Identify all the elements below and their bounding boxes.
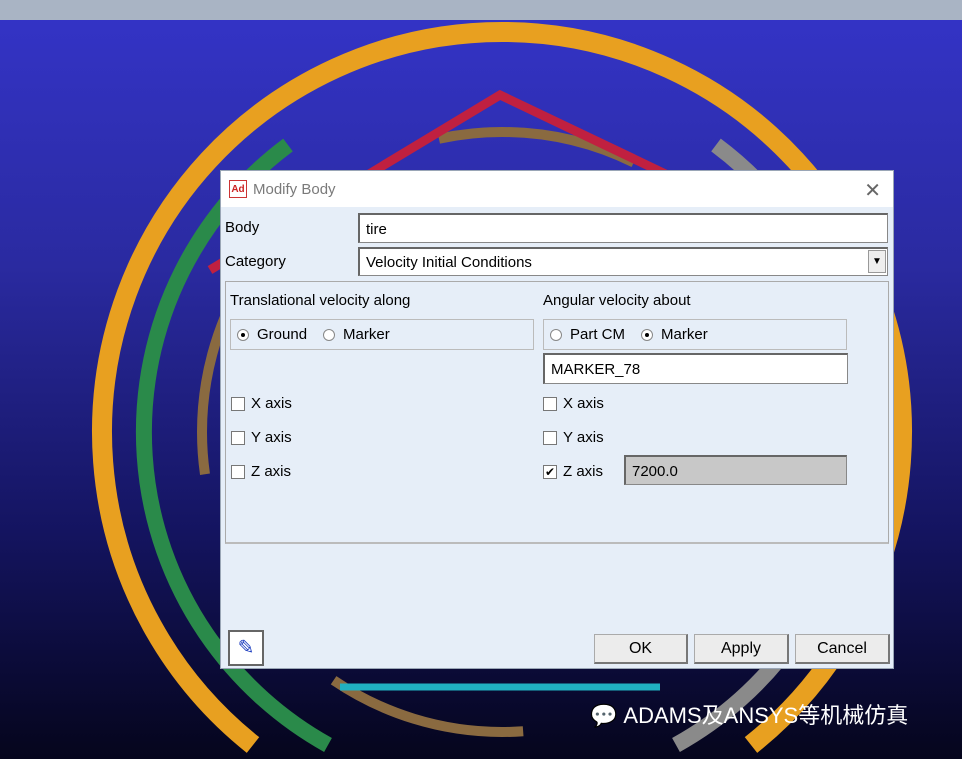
body-input[interactable]: tire	[358, 213, 888, 243]
wechat-icon: 💬	[590, 703, 618, 728]
radio-angular-marker[interactable]	[641, 328, 654, 341]
body-label: Body	[225, 219, 260, 236]
category-select[interactable]: Velocity Initial Conditions ▼	[358, 247, 888, 276]
radio-ground[interactable]	[237, 328, 249, 341]
trans-x-checkbox[interactable]: X axis	[231, 395, 292, 412]
category-value: Velocity Initial Conditions	[366, 254, 532, 271]
dialog-title: Modify Body	[253, 180, 336, 198]
radio-angular-marker-label: Marker	[661, 326, 708, 343]
chevron-down-icon[interactable]: ▼	[868, 250, 886, 273]
ang-y-label: Y axis	[563, 429, 604, 446]
dialog-titlebar: Ad Modify Body ✕	[221, 171, 893, 207]
trans-y-checkbox[interactable]: Y axis	[231, 429, 292, 446]
translational-heading: Translational velocity along	[230, 292, 411, 309]
close-icon[interactable]: ✕	[864, 178, 881, 203]
ang-z-label: Z axis	[563, 463, 604, 480]
radio-part-cm[interactable]	[550, 328, 562, 341]
trans-x-label: X axis	[251, 395, 292, 412]
adams-app-icon: Ad	[229, 180, 247, 198]
radio-ground-label: Ground	[257, 326, 308, 343]
radio-part-cm-label: Part CM	[570, 326, 626, 343]
ok-button[interactable]: OK	[594, 634, 688, 664]
trans-z-checkbox[interactable]: Z axis	[231, 463, 291, 480]
watermark: 💬 ADAMS及ANSYS等机械仿真	[590, 700, 908, 732]
translational-ref-radio-group: Ground Marker	[230, 319, 534, 350]
cancel-button[interactable]: Cancel	[795, 634, 890, 664]
angular-heading: Angular velocity about	[543, 292, 691, 309]
modify-body-dialog: Ad Modify Body ✕ Body tire Category Velo…	[220, 170, 894, 669]
ang-z-value-input[interactable]: 7200.0	[624, 455, 847, 485]
angular-ref-radio-group: Part CM Marker	[543, 319, 847, 350]
apply-button[interactable]: Apply	[694, 634, 789, 664]
category-label: Category	[225, 253, 286, 270]
watermark-text: ADAMS及ANSYS等机械仿真	[623, 703, 909, 728]
trans-z-label: Z axis	[251, 463, 292, 480]
velocity-group: Translational velocity along Ground Mark…	[225, 281, 889, 544]
ang-x-label: X axis	[563, 395, 604, 412]
ang-y-checkbox[interactable]: Y axis	[543, 429, 604, 446]
checkmark-icon: ✔	[543, 464, 557, 479]
marker-input[interactable]: MARKER_78	[543, 353, 848, 384]
radio-marker-label: Marker	[343, 326, 390, 343]
notes-edit-icon[interactable]: ✎	[228, 630, 264, 666]
top-toolbar-strip	[0, 0, 962, 20]
ang-x-checkbox[interactable]: X axis	[543, 395, 604, 412]
ang-z-checkbox[interactable]: ✔ Z axis	[543, 463, 603, 480]
trans-y-label: Y axis	[251, 429, 292, 446]
radio-marker[interactable]	[323, 328, 336, 341]
